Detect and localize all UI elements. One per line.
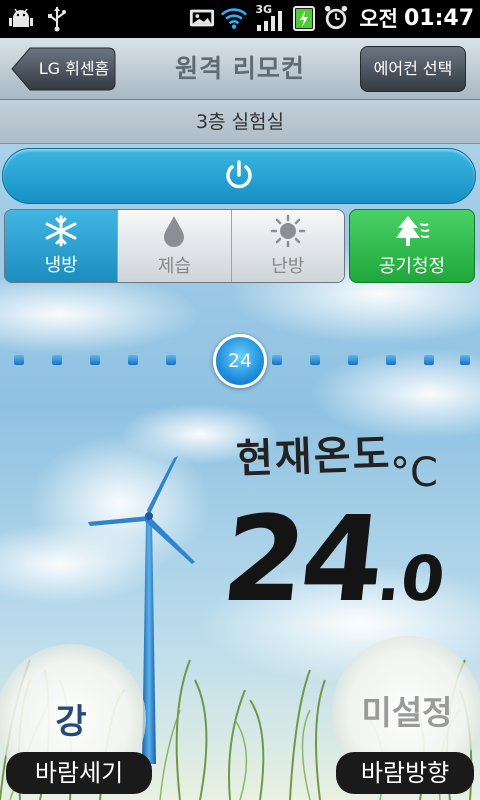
wind-direction-label[interactable]: 바람방향	[336, 752, 474, 794]
gallery-icon	[189, 3, 215, 33]
status-bar: 3G 오전 01:47	[0, 0, 480, 38]
slider-dot	[14, 355, 24, 365]
mode-cooling-button[interactable]: 냉방	[5, 210, 119, 282]
current-temp-value: 24.0	[216, 490, 454, 628]
status-ampm: 오전	[359, 7, 398, 31]
slider-dot	[272, 355, 282, 365]
mode-heating-button[interactable]: 난방	[231, 210, 344, 282]
mode-dehumidify-button[interactable]: 제습	[118, 210, 232, 282]
power-button[interactable]	[2, 148, 476, 204]
power-icon	[226, 160, 252, 189]
mode-heating-label: 난방	[271, 256, 305, 277]
air-clean-label: 공기청정	[378, 256, 446, 277]
mode-selector: 냉방 제습 난방	[4, 209, 345, 283]
back-button-label: LG 휘센홈	[38, 59, 110, 78]
slider-dot	[166, 355, 176, 365]
wifi-icon	[221, 3, 248, 33]
temperature-slider-thumb[interactable]: 24	[213, 334, 267, 388]
wind-direction-value: 미설정	[361, 693, 453, 732]
wind-power-label[interactable]: 바람세기	[6, 752, 152, 794]
usb-icon	[44, 4, 70, 34]
sun-icon	[270, 214, 306, 248]
signal-3g-icon: 3G	[253, 3, 285, 33]
slider-dot	[52, 355, 62, 365]
title-bar: LG 휘센홈 원격 리모컨 에어컨 선택	[0, 38, 480, 100]
mode-dehumidify-label: 제습	[157, 256, 192, 277]
mode-cooling-label: 냉방	[44, 255, 78, 276]
ac-select-button[interactable]: 에어컨 선택	[360, 46, 466, 92]
slider-dot	[460, 355, 470, 365]
slider-dot	[90, 355, 100, 365]
snowflake-icon	[45, 215, 77, 247]
droplet-icon	[164, 216, 185, 247]
air-clean-button[interactable]: 공기청정	[349, 209, 475, 283]
current-temp-dec: .0	[373, 542, 449, 615]
page-title: 원격 리모컨	[175, 54, 305, 83]
temperature-slider[interactable]: 24	[14, 334, 470, 388]
slider-dot	[310, 355, 320, 365]
slider-dot	[386, 355, 396, 365]
slider-dot	[128, 355, 138, 365]
room-name: 3층 실험실	[0, 100, 480, 144]
alarm-clock-icon	[323, 3, 349, 33]
wind-power-value: 강	[55, 702, 87, 742]
back-button[interactable]: LG 휘센홈	[10, 46, 116, 92]
current-temp-int: 24	[216, 490, 388, 628]
current-temp-label: 현재온도	[235, 430, 393, 483]
android-debug-icon	[8, 4, 34, 34]
slider-dot	[348, 355, 358, 365]
battery-charging-icon	[291, 3, 317, 33]
status-time: 01:47	[403, 5, 474, 31]
slider-dot	[424, 355, 434, 365]
tree-icon	[396, 216, 430, 246]
